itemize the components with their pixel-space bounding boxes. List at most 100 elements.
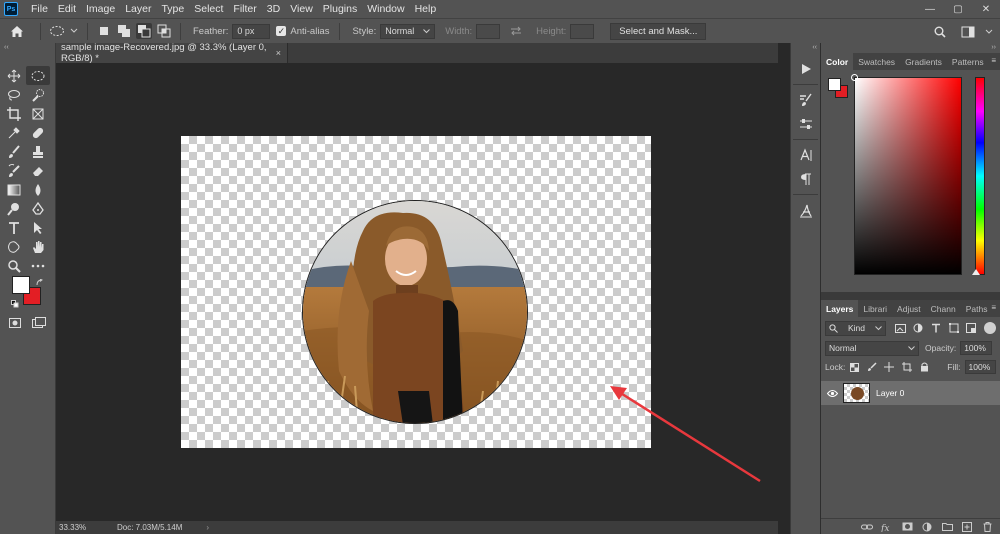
clone-stamp-tool[interactable] — [26, 142, 50, 161]
filter-shape-button[interactable] — [945, 319, 963, 337]
gradient-tool[interactable] — [2, 180, 26, 199]
tab-paths[interactable]: Paths — [961, 300, 993, 317]
menu-file[interactable]: File — [26, 3, 53, 15]
healing-brush-tool[interactable] — [26, 123, 50, 142]
tab-adjustments[interactable]: Adjust — [892, 300, 926, 317]
status-menu-chevron[interactable]: › — [206, 523, 209, 532]
subtract-from-selection-button[interactable] — [136, 23, 152, 39]
hand-tool[interactable] — [26, 237, 50, 256]
lock-transparent-pixels-button[interactable] — [845, 358, 863, 376]
menu-layer[interactable]: Layer — [120, 3, 156, 15]
frame-tool[interactable] — [26, 104, 50, 123]
canvas-area[interactable] — [56, 63, 778, 521]
new-group-button[interactable] — [939, 520, 955, 534]
hue-slider[interactable] — [975, 77, 985, 275]
path-selection-tool[interactable] — [26, 218, 50, 237]
opacity-input[interactable]: 100% — [960, 341, 993, 355]
type-tool[interactable] — [2, 218, 26, 237]
tab-swatches[interactable]: Swatches — [853, 53, 900, 70]
crop-tool[interactable] — [2, 104, 26, 123]
lock-image-pixels-button[interactable] — [863, 358, 881, 376]
height-input[interactable] — [570, 23, 595, 39]
antialias-checkbox[interactable]: ✓ — [276, 26, 287, 36]
zoom-level[interactable]: 33.33% — [59, 523, 103, 532]
search-button[interactable] — [932, 24, 948, 40]
foreground-color-chip[interactable] — [828, 78, 841, 91]
eraser-tool[interactable] — [26, 161, 50, 180]
menu-plugins[interactable]: Plugins — [318, 3, 362, 15]
color-picker-handle[interactable] — [851, 74, 858, 81]
menu-3d[interactable]: 3D — [262, 3, 285, 15]
elliptical-marquee-preset-button[interactable] — [49, 23, 65, 39]
minimize-button[interactable]: — — [916, 0, 944, 18]
default-colors-button[interactable] — [11, 299, 19, 311]
menu-type[interactable]: Type — [156, 3, 189, 15]
filter-toggle-switch[interactable] — [984, 322, 997, 334]
maximize-button[interactable]: ▢ — [944, 0, 972, 18]
quick-selection-tool[interactable] — [26, 85, 50, 104]
filter-adjustment-button[interactable] — [910, 319, 928, 337]
tab-patterns[interactable]: Patterns — [947, 53, 989, 70]
lock-all-button[interactable] — [916, 358, 934, 376]
blend-mode-select[interactable]: Normal — [825, 340, 919, 356]
pen-tool[interactable] — [26, 199, 50, 218]
fx-button[interactable]: fx — [879, 520, 895, 534]
lock-artboard-button[interactable] — [898, 358, 916, 376]
new-layer-button[interactable] — [959, 520, 975, 534]
brush-settings-panel-button[interactable] — [791, 88, 821, 112]
glyphs-panel-button[interactable] — [791, 198, 821, 222]
zoom-tool[interactable] — [2, 256, 26, 275]
new-selection-button[interactable] — [96, 23, 112, 39]
close-tab-button[interactable]: × — [276, 48, 281, 58]
quick-mask-button[interactable] — [9, 318, 21, 331]
fill-input[interactable]: 100% — [964, 360, 996, 374]
menu-window[interactable]: Window — [362, 3, 409, 15]
filter-pixel-button[interactable] — [892, 319, 910, 337]
paragraph-panel-button[interactable] — [791, 167, 821, 191]
menu-select[interactable]: Select — [189, 3, 228, 15]
lasso-tool[interactable] — [2, 85, 26, 104]
layer-name[interactable]: Layer 0 — [876, 388, 904, 398]
intersect-selection-button[interactable] — [156, 23, 172, 39]
menu-view[interactable]: View — [285, 3, 318, 15]
swap-colors-button[interactable] — [36, 278, 44, 290]
elliptical-marquee-tool[interactable] — [26, 66, 50, 85]
add-mask-button[interactable] — [899, 520, 915, 534]
filter-type-button[interactable] — [927, 319, 945, 337]
adjustments-panel-button[interactable] — [791, 112, 821, 136]
select-and-mask-button[interactable]: Select and Mask... — [610, 22, 707, 40]
link-layers-button[interactable] — [859, 520, 875, 534]
workspace-chevron-icon[interactable] — [984, 24, 994, 40]
workspace-button[interactable] — [960, 24, 976, 40]
lock-position-button[interactable] — [881, 358, 899, 376]
feather-input[interactable]: 0 px — [232, 23, 271, 39]
chevron-down-icon[interactable] — [69, 23, 79, 39]
filter-smart-object-button[interactable] — [963, 319, 981, 337]
collapse-dock-button[interactable]: ‹‹ — [791, 43, 820, 53]
brush-tool[interactable] — [2, 142, 26, 161]
menu-help[interactable]: Help — [410, 3, 442, 15]
layer-row[interactable]: Layer 0 — [821, 381, 1000, 405]
color-field[interactable] — [851, 74, 962, 275]
menu-image[interactable]: Image — [81, 3, 120, 15]
visibility-toggle[interactable] — [821, 389, 843, 397]
collapse-tools-button[interactable]: ‹‹ — [0, 43, 55, 53]
history-brush-tool[interactable] — [2, 161, 26, 180]
new-adjustment-button[interactable] — [919, 520, 935, 534]
document-tab[interactable]: sample image-Recovered.jpg @ 33.3% (Laye… — [56, 42, 288, 64]
tab-channels[interactable]: Chann — [926, 300, 961, 317]
panel-menu-icon[interactable]: ≡ — [991, 56, 996, 65]
hue-slider-marker[interactable] — [972, 269, 980, 275]
panel-menu-icon[interactable]: ≡ — [991, 303, 996, 312]
actions-panel-button[interactable] — [791, 57, 821, 81]
custom-shape-tool[interactable] — [2, 237, 26, 256]
add-to-selection-button[interactable] — [116, 23, 132, 39]
tab-layers[interactable]: Layers — [821, 300, 859, 317]
tab-gradients[interactable]: Gradients — [900, 53, 947, 70]
close-button[interactable]: ✕ — [972, 0, 1000, 18]
tab-libraries[interactable]: Librari — [858, 300, 892, 317]
document-canvas[interactable] — [181, 136, 651, 448]
layer-kind-filter[interactable]: Kind — [825, 320, 886, 336]
screen-mode-button[interactable] — [32, 317, 46, 332]
foreground-color-swatch[interactable] — [12, 276, 30, 294]
